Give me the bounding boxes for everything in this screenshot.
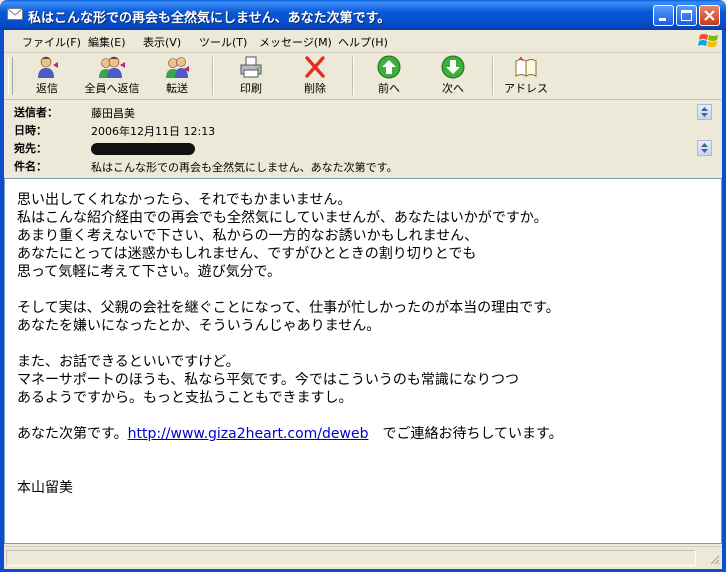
reply-icon xyxy=(38,56,58,78)
menu-tools[interactable]: ツール(T) xyxy=(199,34,247,50)
resize-grip-icon[interactable] xyxy=(708,553,720,565)
maximize-icon xyxy=(681,10,692,21)
maximize-button[interactable] xyxy=(676,5,697,26)
menu-edit[interactable]: 編集(E) xyxy=(88,34,126,50)
forward-button[interactable]: 転送 xyxy=(156,55,198,97)
spin-arrows-icon xyxy=(701,143,708,153)
menu-file[interactable]: ファイル(F) xyxy=(22,34,81,50)
forward-label: 転送 xyxy=(166,82,188,95)
close-button[interactable] xyxy=(699,5,720,26)
message-line xyxy=(17,335,563,353)
arrow-up-icon xyxy=(377,55,401,79)
reply-all-label: 全員へ返信 xyxy=(84,82,140,95)
window-title: 私はこんな形での再会も全然気にしません、あなた次第です。 xyxy=(28,11,391,26)
close-icon xyxy=(704,10,715,21)
reply-all-icon xyxy=(99,56,125,78)
message-link[interactable]: http://www.giza2heart.com/deweb xyxy=(128,426,369,442)
message-line: あまり重く考えないで下さい、私からの一方的なお誘いかもしれません、 xyxy=(17,228,479,244)
menu-message[interactable]: メッセージ(M) xyxy=(259,34,332,50)
toolbar-grip[interactable] xyxy=(8,57,13,95)
link-prefix: あなた次第です。 xyxy=(17,426,128,442)
message-body[interactable]: 思い出してくれなかったら、それでもかまいません。 私はこんな紹介経由での再会でも… xyxy=(4,178,722,544)
message-line: 思い出してくれなかったら、それでもかまいません。 xyxy=(17,192,352,208)
print-label: 印刷 xyxy=(240,82,262,95)
subject-value: 私はこんな形での再会も全然気にしません、あなた次第です。 xyxy=(91,161,398,174)
signature: 本山留美 xyxy=(17,480,73,496)
next-label: 次へ xyxy=(442,82,464,95)
message-line: 私はこんな紹介経由での再会でも全然気にしていませんが、あなたはいかがですか。 xyxy=(17,210,548,226)
subject-label: 件名： xyxy=(14,160,47,173)
toolbar: 返信 全員へ返信 転送 印刷 削除 前へ 次へ アドレス xyxy=(4,53,722,100)
delete-label: 削除 xyxy=(304,82,326,95)
menu-view[interactable]: 表示(V) xyxy=(143,34,181,50)
previous-label: 前へ xyxy=(378,82,400,95)
to-label: 宛先： xyxy=(14,142,47,155)
menu-bar: ファイル(F) 編集(E) 表示(V) ツール(T) メッセージ(M) ヘルプ(… xyxy=(4,30,722,53)
reply-all-button[interactable]: 全員へ返信 xyxy=(80,55,144,97)
title-bar[interactable]: 私はこんな形での再会も全然気にしません、あなた次第です。 xyxy=(0,0,726,30)
toolbar-separator xyxy=(212,57,214,95)
window-frame-right xyxy=(722,30,726,572)
minimize-icon xyxy=(659,18,666,21)
reply-button[interactable]: 返信 xyxy=(26,55,68,97)
message-line-link: あなた次第です。http://www.giza2heart.com/deweb … xyxy=(17,425,563,443)
windows-logo-icon xyxy=(698,34,718,47)
mail-window: 私はこんな形での再会も全然気にしません、あなた次第です。 ファイル(F) 編集(… xyxy=(0,0,726,572)
message-line xyxy=(17,407,563,425)
next-button[interactable]: 次へ xyxy=(432,55,474,97)
message-header: 送信者： 藤田昌美 日時： 2006年12月11日 12:13 宛先： 件名： … xyxy=(4,100,722,178)
message-line: あなたにとっては迷惑かもしれません、ですがひとときの割り切りとでも xyxy=(17,246,477,262)
date-value: 2006年12月11日 12:13 xyxy=(91,125,216,138)
message-text: 思い出してくれなかったら、それでもかまいません。 私はこんな紹介経由での再会でも… xyxy=(17,191,563,497)
toolbar-separator xyxy=(352,57,354,95)
message-line: また、お話できるといいですけど。 xyxy=(17,354,240,370)
from-scroll-button[interactable] xyxy=(697,104,712,120)
envelope-icon xyxy=(7,8,23,20)
to-value-redacted xyxy=(91,143,195,155)
message-line: 思って気軽に考えて下さい。遊び気分で。 xyxy=(17,264,282,280)
arrow-down-icon xyxy=(441,55,465,79)
message-line xyxy=(17,443,563,461)
reply-label: 返信 xyxy=(36,82,58,95)
delete-button[interactable]: 削除 xyxy=(294,55,336,97)
spin-arrows-icon xyxy=(701,107,708,117)
to-scroll-button[interactable] xyxy=(697,140,712,156)
from-label: 送信者： xyxy=(14,106,58,119)
date-label: 日時： xyxy=(14,124,47,137)
message-line: マネーサポートのほうも、私なら平気です。今ではこういうのも常識になりつつ xyxy=(17,372,520,388)
minimize-button[interactable] xyxy=(653,5,674,26)
printer-icon xyxy=(240,56,262,78)
delete-x-icon xyxy=(305,56,325,78)
from-value[interactable]: 藤田昌美 xyxy=(91,105,135,121)
previous-button[interactable]: 前へ xyxy=(368,55,410,97)
message-line: そして実は、父親の会社を継ぐことになって、仕事が忙しかったのが本当の理由です。 xyxy=(17,300,560,316)
message-line xyxy=(17,281,563,299)
link-suffix: でご連絡お待ちしています。 xyxy=(368,426,563,442)
menu-help[interactable]: ヘルプ(H) xyxy=(338,34,388,50)
forward-icon xyxy=(166,57,189,78)
print-button[interactable]: 印刷 xyxy=(230,55,272,97)
status-bar xyxy=(4,546,722,569)
toolbar-separator xyxy=(492,57,494,95)
addresses-label: アドレス xyxy=(504,82,548,95)
message-line xyxy=(17,461,563,479)
status-pane xyxy=(6,550,696,566)
addresses-button[interactable]: アドレス xyxy=(504,55,548,97)
message-line: あるようですから。もっと支払うこともできますし。 xyxy=(17,390,353,406)
address-book-icon xyxy=(515,56,537,77)
message-line: あなたを嫌いになったとか、そういうんじゃありません。 xyxy=(17,318,381,334)
